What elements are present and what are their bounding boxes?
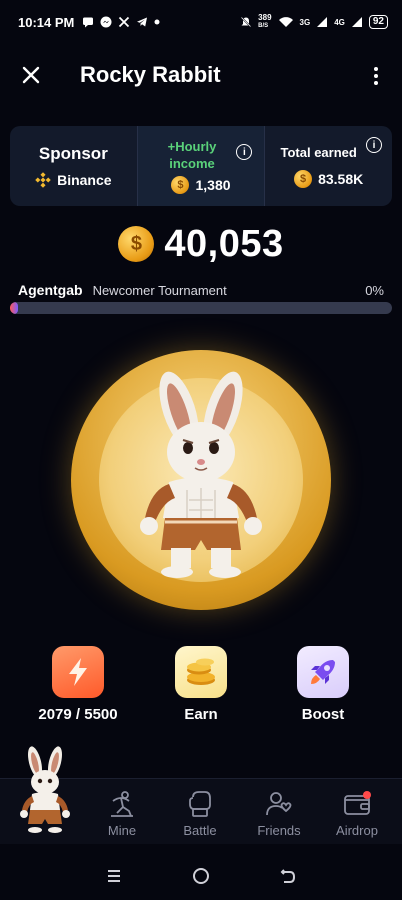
nav-item-friends[interactable]: Friends	[244, 789, 314, 838]
more-menu-button[interactable]	[366, 62, 386, 90]
nav-label-airdrop: Airdrop	[336, 823, 378, 838]
notification-icons	[82, 16, 160, 28]
rabbit-avatar-icon	[20, 746, 70, 833]
total-earned-value: $ 83.58K	[294, 169, 363, 188]
earn-tile	[175, 646, 227, 698]
nav-item-airdrop[interactable]: Airdrop	[322, 789, 392, 838]
total-earned-card: Total earned i $ 83.58K	[264, 126, 392, 206]
mute-icon	[241, 16, 252, 28]
signal-icon	[317, 17, 328, 27]
system-nav-bar	[0, 852, 402, 900]
coins-icon	[187, 658, 215, 685]
tournament-name: Newcomer Tournament	[92, 282, 227, 298]
messenger-icon	[100, 16, 112, 28]
signal-icon	[351, 17, 362, 27]
recents-icon	[107, 870, 120, 882]
nav-item-mine[interactable]: Mine	[87, 789, 157, 838]
rocket-icon	[311, 660, 335, 684]
nav-label-battle: Battle	[183, 823, 217, 838]
coin-icon: $	[171, 176, 190, 194]
dot-icon	[154, 19, 160, 25]
hourly-income-label: +Hourly income	[167, 139, 217, 171]
energy-button[interactable]: 2079 / 5500	[28, 646, 128, 723]
x-icon	[119, 16, 130, 28]
status-time: 10:14 PM	[18, 14, 75, 30]
energy-label: 2079 / 5500	[38, 706, 118, 723]
sponsor-card[interactable]: Sponsor Binance	[10, 126, 137, 206]
hourly-income-card: +Hourly income i $ 1,380	[136, 126, 265, 206]
sponsor-name: Binance	[35, 172, 112, 188]
mine-icon	[111, 791, 133, 817]
telegram-icon	[137, 17, 148, 27]
tournament-progress-bar	[10, 302, 392, 314]
close-icon	[22, 66, 40, 84]
username: Agentgab	[18, 282, 83, 298]
coin-icon: $	[118, 226, 155, 262]
friends-icon	[266, 792, 292, 816]
recents-button[interactable]	[102, 864, 126, 888]
rabbit-character-icon	[140, 371, 262, 578]
earn-button[interactable]: Earn	[151, 646, 251, 723]
signal-4g: 4G	[334, 17, 345, 27]
progress-fill	[10, 302, 18, 314]
status-right: 389 B/S 3G 4G 92	[240, 14, 388, 30]
app-title: Rocky Rabbit	[80, 62, 221, 87]
home-button[interactable]	[189, 864, 213, 888]
signal-3g: 3G	[299, 17, 311, 27]
back-button[interactable]	[276, 864, 300, 888]
tap-character-button[interactable]	[71, 350, 331, 610]
boost-tile	[297, 646, 349, 698]
app-header: Rocky Rabbit	[0, 52, 402, 100]
nav-label-mine: Mine	[107, 823, 137, 838]
close-button[interactable]	[18, 62, 44, 88]
nav-item-battle[interactable]: Battle	[165, 789, 235, 838]
notification-dot	[363, 791, 371, 799]
stats-card: Sponsor Binance +Hourly income i $ 1,380…	[10, 126, 392, 206]
status-bar: 10:14 PM 389 B/S 3G 4G 92	[0, 0, 402, 44]
coin-icon: $	[294, 169, 313, 188]
balance-value: 40,053	[164, 222, 284, 265]
net-speed: 389 B/S	[258, 13, 272, 30]
back-icon	[280, 869, 296, 883]
boxing-glove-icon	[189, 791, 211, 817]
more-vertical-icon	[374, 67, 378, 71]
info-icon[interactable]: i	[236, 144, 253, 160]
tournament-percent: 0%	[365, 282, 384, 298]
coin-balance: $ 40,053	[0, 222, 402, 266]
wifi-icon	[278, 17, 293, 27]
info-icon[interactable]: i	[366, 137, 383, 153]
binance-logo-icon	[35, 172, 51, 188]
tournament-row[interactable]: Agentgab Newcomer Tournament 0%	[18, 280, 384, 300]
earn-label: Earn	[184, 706, 218, 723]
boost-button[interactable]: Boost	[273, 646, 373, 723]
sponsor-label: Sponsor	[38, 144, 108, 163]
chat-icon	[83, 17, 94, 28]
lightning-icon	[69, 658, 87, 686]
battery-icon: 92	[368, 15, 388, 29]
home-circle-icon	[192, 868, 209, 884]
energy-tile	[52, 646, 104, 698]
nav-label-friends: Friends	[257, 823, 301, 838]
hourly-income-value: $ 1,380	[171, 176, 231, 194]
nav-item-home[interactable]	[14, 744, 76, 838]
boost-label: Boost	[301, 706, 345, 723]
total-earned-label: Total earned	[280, 144, 357, 160]
actions-row: 2079 / 5500 Earn Boost	[0, 646, 402, 726]
